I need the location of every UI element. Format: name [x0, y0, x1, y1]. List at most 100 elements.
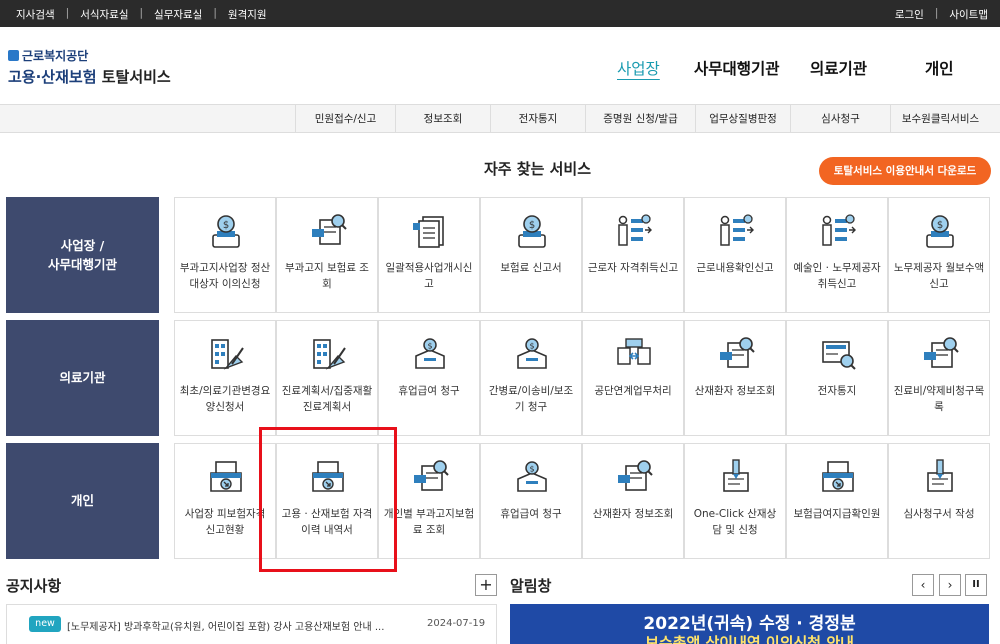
logo-title-blue: 고용·산재보험 — [8, 68, 97, 86]
main-nav-medical[interactable]: 의료기관 — [810, 57, 867, 79]
notice-text[interactable]: [노무제공자] 방과후학교(유치원, 어린이집 포함) 강사 고용산재보험 안내… — [67, 618, 384, 633]
row-label: 사업장 / 사무대행기관 — [6, 197, 159, 313]
service-tile-label: 산재환자 정보조회 — [592, 508, 674, 520]
hospital-pen-icon — [211, 339, 244, 370]
monitor-magnify-icon — [822, 341, 856, 370]
service-tile[interactable]: 심사청구서 작성 — [888, 443, 990, 559]
document-search-icon — [414, 460, 449, 491]
top-utility-bar: 지사검색 | 서식자료실 | 실무자료실 | 원격지원 로그인 | 사이트맵 — [0, 0, 1000, 27]
service-tile-label: 보험급여지급확인원 — [793, 508, 881, 520]
subnav-item[interactable]: 전자통지 — [490, 105, 585, 133]
notice-more-button[interactable]: + — [475, 574, 497, 596]
subnav-item[interactable]: 민원접수/신고 — [295, 105, 395, 133]
service-tile[interactable]: One-Click 산재상담 및 신청 — [684, 443, 786, 559]
service-tile[interactable]: 예술인 · 노무제공자 취득신고 — [786, 197, 888, 313]
topbar-link-practical[interactable]: 실무자료실 — [154, 7, 202, 22]
service-tile-label: 근로내용확인신고 — [696, 262, 774, 274]
service-tile-label: 사업장 피보험자격 신고현황 — [184, 508, 266, 536]
people-list-icon — [720, 214, 754, 246]
service-tile[interactable]: 최초/의료기관변경요양신청서 — [174, 320, 276, 436]
sitemap-link[interactable]: 사이트맵 — [949, 7, 988, 22]
service-tile[interactable]: 산재환자 정보조회 — [582, 443, 684, 559]
sub-navigation: 민원접수/신고 정보조회 전자통지 증명원 신청/발급 업무상질병판정 심사청구… — [0, 105, 1000, 133]
main-nav-agency[interactable]: 사무대행기관 — [694, 57, 780, 79]
main-nav-workplace[interactable]: 사업장 — [617, 57, 660, 79]
box-coin-icon: $ — [415, 338, 445, 369]
banner-line-2: 보수총액 상이내역 이의신청 안내 — [645, 634, 854, 644]
service-tile[interactable]: 공단연계업무처리 — [582, 320, 684, 436]
document-exchange-icon — [617, 338, 651, 365]
new-badge: new — [29, 616, 61, 632]
service-tile[interactable]: 부과고지 보험료 조회 — [276, 197, 378, 313]
box-coin-icon: $ — [517, 461, 547, 492]
service-tile-label: 휴업급여 청구 — [398, 385, 460, 397]
people-list-icon — [822, 214, 856, 246]
site-header: 근로복지공단 고용·산재보험 토탈서비스 사업장 사무대행기관 의료기관 개인 — [0, 27, 1000, 105]
subnav-item[interactable]: 심사청구 — [790, 105, 890, 133]
service-tile[interactable]: $ 노무제공자 월보수액 신고 — [888, 197, 990, 313]
service-tile-label: 간병료/이송비/보조기 청구 — [488, 385, 574, 413]
service-tile[interactable]: $ 부과고지사업장 정산대상자 이의신청 — [174, 197, 276, 313]
service-tile-label: 휴업급여 청구 — [500, 508, 562, 520]
service-tile-label: 공단연계업무처리 — [594, 385, 672, 397]
service-tile[interactable]: 근로자 자격취득신고 — [582, 197, 684, 313]
service-tile-label: 근로자 자격취득신고 — [587, 262, 679, 274]
tray-download-icon — [822, 461, 854, 492]
document-search-icon — [312, 214, 347, 245]
login-link[interactable]: 로그인 — [895, 7, 924, 22]
notice-title: 공지사항 — [6, 577, 62, 595]
alert-prev-button[interactable]: ‹ — [912, 574, 934, 596]
notice-item[interactable]: new [노무제공자] 방과후학교(유치원, 어린이집 포함) 강사 고용산재보… — [6, 604, 497, 644]
service-tile[interactable]: 진료비/약제비청구목록 — [888, 320, 990, 436]
svg-text:$: $ — [937, 220, 943, 231]
svg-text:$: $ — [529, 342, 534, 351]
subnav-item[interactable]: 업무상질병판정 — [695, 105, 790, 133]
main-nav-personal[interactable]: 개인 — [925, 57, 954, 79]
service-tile-label: 보험료 신고서 — [500, 262, 562, 274]
document-search-icon — [924, 337, 959, 368]
service-tile-label: 일괄적용사업개시신고 — [385, 262, 473, 290]
site-logo[interactable]: 근로복지공단 고용·산재보험 토탈서비스 — [8, 47, 171, 87]
document-search-icon — [618, 460, 653, 491]
topbar-link-branch-search[interactable]: 지사검색 — [16, 7, 55, 22]
service-tile-label: 부과고지 보험료 조회 — [285, 262, 369, 290]
service-tile[interactable]: $ 휴업급여 청구 — [480, 443, 582, 559]
pen-document-icon — [927, 459, 953, 492]
logo-title-dark: 토탈서비스 — [101, 68, 171, 86]
service-tile-label: 전자통지 — [817, 385, 857, 397]
svg-text:$: $ — [223, 220, 229, 231]
service-tile[interactable]: $ 보험료 신고서 — [480, 197, 582, 313]
alert-banner[interactable]: 2022년(귀속) 수정 · 경정분 보수총액 상이내역 이의신청 안내 — [510, 604, 989, 644]
service-tile-label: 부과고지사업장 정산대상자 이의신청 — [179, 262, 271, 290]
svg-text:$: $ — [529, 220, 535, 231]
alert-pause-button[interactable]: II — [965, 574, 987, 596]
service-tile[interactable]: 보험급여지급확인원 — [786, 443, 888, 559]
banner-line-1: 2022년(귀속) 수정 · 경정분 — [643, 614, 856, 634]
guide-download-button[interactable]: 토탈서비스 이용안내서 다운로드 — [819, 157, 991, 185]
highlight-box — [259, 427, 397, 572]
notice-date: 2024-07-19 — [427, 618, 486, 629]
service-tile[interactable]: 진료계획서/집중재활진료계획서 — [276, 320, 378, 436]
box-coin-icon: $ — [517, 338, 547, 369]
monitor-coin-icon: $ — [212, 215, 240, 248]
alert-next-button[interactable]: › — [939, 574, 961, 596]
service-tile[interactable]: 산재환자 정보조회 — [684, 320, 786, 436]
service-tile-label: 진료비/약제비청구목록 — [893, 385, 985, 413]
monitor-coin-icon: $ — [518, 215, 546, 248]
service-tile-label: 심사청구서 작성 — [903, 508, 975, 520]
subnav-item[interactable]: 증명원 신청/발급 — [585, 105, 695, 133]
topbar-link-remote[interactable]: 원격지원 — [228, 7, 267, 22]
service-tile-label: 진료계획서/집중재활진료계획서 — [281, 385, 373, 413]
service-tile[interactable]: $ 간병료/이송비/보조기 청구 — [480, 320, 582, 436]
monitor-coin-icon: $ — [926, 215, 954, 248]
service-tile[interactable]: $ 휴업급여 청구 — [378, 320, 480, 436]
service-tile[interactable]: 전자통지 — [786, 320, 888, 436]
service-tile[interactable]: 일괄적용사업개시신고 — [378, 197, 480, 313]
topbar-link-forms[interactable]: 서식자료실 — [80, 7, 128, 22]
subnav-item[interactable]: 보수원클릭서비스 — [890, 105, 990, 133]
service-tile[interactable]: 근로내용확인신고 — [684, 197, 786, 313]
service-tile-label: 예술인 · 노무제공자 취득신고 — [793, 262, 881, 290]
subnav-item[interactable]: 정보조회 — [395, 105, 490, 133]
alert-title: 알림창 — [510, 577, 552, 595]
people-list-icon — [618, 214, 652, 246]
